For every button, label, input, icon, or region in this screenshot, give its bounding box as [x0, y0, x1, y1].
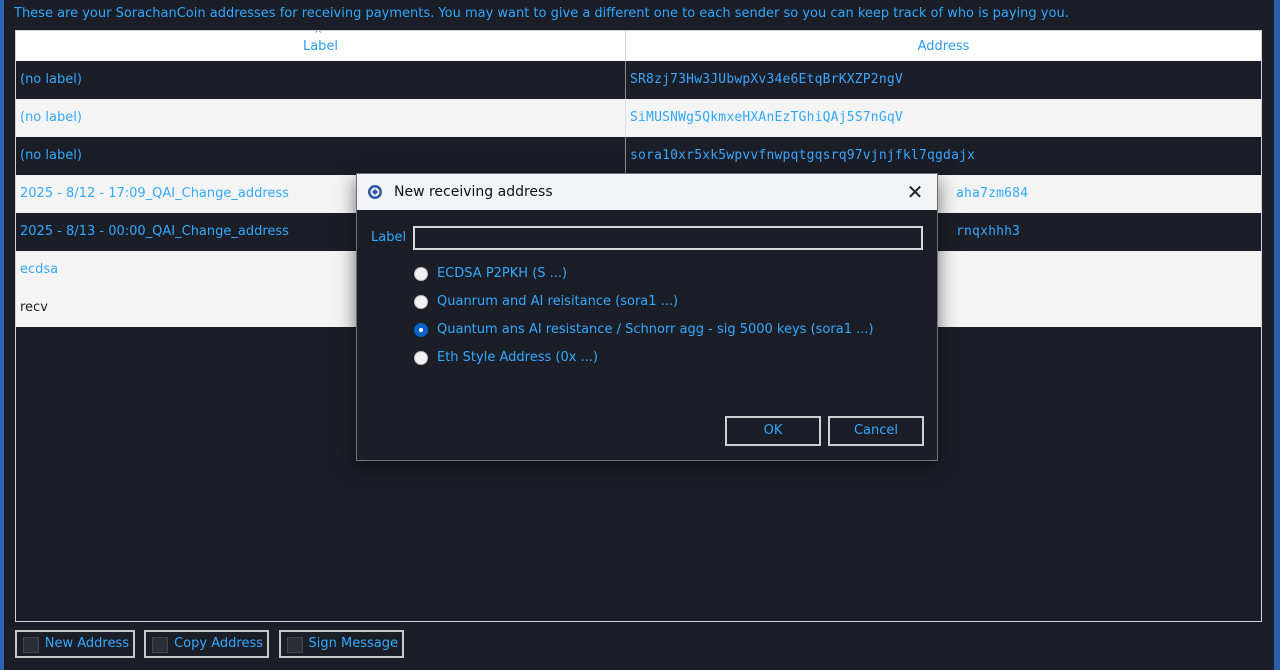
row-address: aha7zm684: [956, 186, 1029, 201]
radio-button-selected[interactable]: [414, 323, 428, 337]
row-label: (no label): [20, 72, 82, 87]
new-receiving-address-dialog: New receiving address ✕ Label ECDSA P2PK…: [356, 173, 938, 461]
window-right-edge: [1274, 0, 1280, 670]
sort-ascending-icon: ^: [314, 30, 323, 40]
row-label: (no label): [20, 110, 82, 125]
radio-button[interactable]: [414, 295, 428, 309]
row-address: sora10xr5xk5wpvvfnwpqtgqsrq97vjnjfkl7qgd…: [630, 148, 976, 163]
ok-button[interactable]: OK: [725, 416, 821, 446]
table-row[interactable]: (no label) sora10xr5xk5wpvvfnwpqtgqsrq97…: [16, 137, 1261, 175]
new-address-button[interactable]: New Address: [15, 630, 135, 658]
cancel-button[interactable]: Cancel: [828, 416, 924, 446]
column-divider: [625, 137, 626, 175]
label-caption: Label: [371, 230, 407, 245]
sign-icon: [287, 637, 303, 653]
new-address-icon: [23, 637, 39, 653]
column-header-address[interactable]: Address: [626, 31, 1261, 61]
app-coin-icon: [368, 185, 382, 199]
sign-message-button[interactable]: Sign Message: [279, 630, 404, 658]
row-address: SiMUSNWg5QkmxeHXAnEzTGhiQAj5S7nGqV: [630, 110, 903, 125]
copy-address-button[interactable]: Copy Address: [144, 630, 269, 658]
column-divider: [625, 61, 626, 99]
window-left-edge: [0, 0, 4, 670]
table-header: ^ Label Address: [16, 31, 1261, 61]
row-label: (no label): [20, 148, 82, 163]
table-row[interactable]: (no label) SiMUSNWg5QkmxeHXAnEzTGhiQAj5S…: [16, 99, 1261, 137]
column-divider: [625, 99, 626, 137]
radio-button[interactable]: [414, 267, 428, 281]
dialog-title: New receiving address: [394, 184, 553, 200]
dialog-titlebar[interactable]: New receiving address ✕: [357, 174, 937, 210]
row-address: SR8zj73Hw3JUbwpXv34e6EtqBrKXZP2ngV: [630, 72, 903, 87]
table-row[interactable]: (no label) SR8zj73Hw3JUbwpXv34e6EtqBrKXZ…: [16, 61, 1261, 99]
label-input[interactable]: [413, 226, 923, 250]
copy-icon: [152, 637, 168, 653]
radio-button[interactable]: [414, 351, 428, 365]
column-header-label[interactable]: ^ Label: [16, 31, 626, 61]
intro-text: These are your SorachanCoin addresses fo…: [14, 6, 1069, 21]
row-address: rnqxhhh3: [956, 224, 1021, 239]
close-icon[interactable]: ✕: [901, 178, 929, 206]
